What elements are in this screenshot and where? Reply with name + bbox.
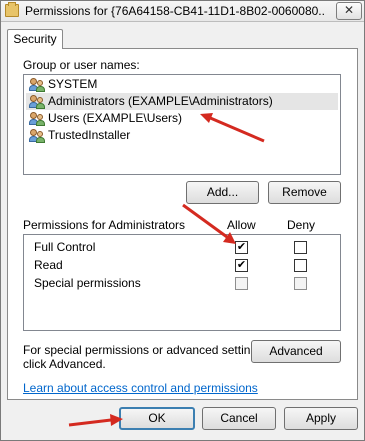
tab-security[interactable]: Security [7, 29, 63, 49]
remove-button[interactable]: Remove [268, 181, 341, 204]
deny-special-checkbox [294, 277, 307, 290]
list-item-administrators[interactable]: Administrators (EXAMPLE\Administrators) [26, 93, 338, 110]
permissions-dialog: Permissions for {76A64158-CB41-11D1-8B02… [0, 0, 365, 441]
ok-button[interactable]: OK [119, 407, 195, 430]
advanced-note-line1: For special permissions or advanced sett… [23, 343, 267, 357]
list-item-label: Users (EXAMPLE\Users) [48, 111, 183, 125]
apply-button[interactable]: Apply [284, 407, 358, 430]
title-bar[interactable]: Permissions for {76A64158-CB41-11D1-8B02… [1, 1, 364, 22]
annotation-arrow-full-control [182, 203, 236, 244]
permission-name: Special permissions [34, 276, 141, 290]
deny-read-checkbox[interactable] [294, 259, 307, 272]
permissions-list: Full Control ✔ Read ✔ Special permission… [23, 234, 341, 331]
annotation-arrow-ok [68, 414, 123, 427]
cancel-button[interactable]: Cancel [202, 407, 276, 430]
permissions-label: Permissions for Administrators [23, 218, 186, 232]
list-item-label: TrustedInstaller [48, 128, 131, 142]
users-icon [29, 95, 45, 109]
users-icon [29, 112, 45, 126]
group-names-label: Group or user names: [23, 58, 140, 72]
close-button[interactable]: ✕ [336, 2, 362, 20]
allow-special-checkbox [235, 277, 248, 290]
permission-row-read: Read ✔ [24, 256, 340, 274]
users-icon [29, 78, 45, 92]
list-item-users[interactable]: Users (EXAMPLE\Users) [26, 110, 338, 127]
allow-read-checkbox[interactable]: ✔ [235, 259, 248, 272]
list-item-system[interactable]: SYSTEM [26, 76, 338, 93]
folder-icon [5, 2, 19, 17]
permission-name: Read [34, 258, 63, 272]
advanced-note-line2: click Advanced. [23, 357, 106, 371]
annotation-arrow-administrators [200, 113, 265, 143]
list-item-label: SYSTEM [48, 77, 98, 91]
window-title: Permissions for {76A64158-CB41-11D1-8B02… [25, 4, 325, 18]
help-link[interactable]: Learn about access control and permissio… [23, 381, 258, 395]
permission-name: Full Control [34, 240, 96, 254]
users-icon [29, 129, 45, 143]
deny-header: Deny [287, 218, 316, 232]
advanced-button[interactable]: Advanced [251, 340, 341, 363]
permission-row-special: Special permissions [24, 274, 340, 292]
list-item-label: Administrators (EXAMPLE\Administrators) [48, 94, 273, 108]
group-user-list[interactable]: SYSTEM Administrators (EXAMPLE\Administr… [23, 74, 341, 175]
deny-full-control-checkbox[interactable] [294, 241, 307, 254]
list-item-trustedinstaller[interactable]: TrustedInstaller [26, 127, 338, 144]
